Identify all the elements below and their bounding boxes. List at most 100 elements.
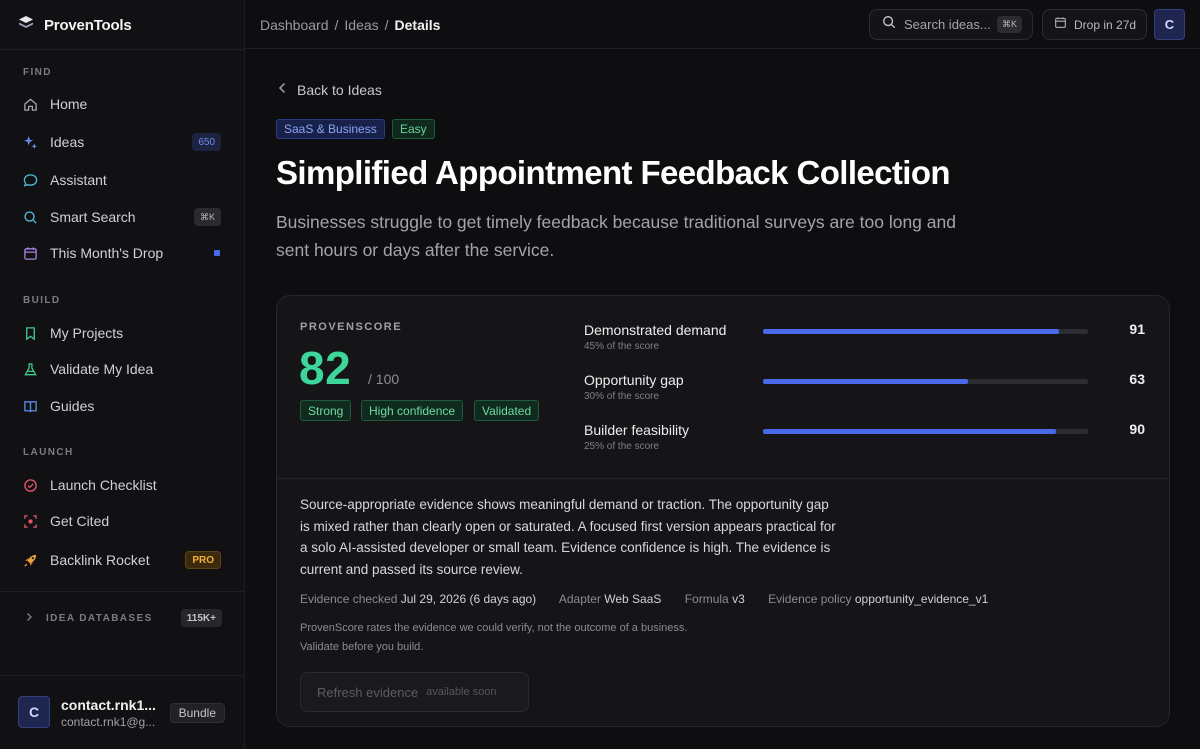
sidebar-item-my-projects[interactable]: My Projects <box>12 317 234 349</box>
breadcrumb-current: Details <box>394 17 441 33</box>
search-shortcut: ⌘K <box>996 16 1022 33</box>
chevron-left-icon <box>278 81 287 99</box>
metric-bar-fill <box>763 379 968 384</box>
idea-description: Businesses struggle to get timely feedba… <box>276 212 956 260</box>
breadcrumb: Dashboard / Ideas / Details <box>260 17 440 33</box>
evidence-summary: Source-appropriate evidence shows meanin… <box>300 497 836 577</box>
sidebar-item-home[interactable]: Home <box>12 88 234 120</box>
breadcrumb-separator: / <box>334 17 339 33</box>
sidebar-divider <box>0 49 245 50</box>
metric-bar-opportunity <box>763 379 1088 384</box>
search-input[interactable]: Search ideas... ⌘K <box>869 9 1033 40</box>
provenscore-label: PROVENSCORE <box>300 321 403 333</box>
sidebar-item-backlink-rocket[interactable]: Backlink Rocket PRO <box>12 544 234 576</box>
sidebar-item-label: Launch Checklist <box>50 477 157 493</box>
pro-badge: PRO <box>185 551 221 569</box>
breadcrumb-ideas[interactable]: Ideas <box>344 17 378 33</box>
sparkle-icon <box>22 134 38 150</box>
search-icon <box>882 15 896 34</box>
shortcut-badge: ⌘K <box>193 208 221 226</box>
sidebar-item-label: Backlink Rocket <box>50 552 150 568</box>
provenscore-max: / 100 <box>368 371 400 387</box>
sidebar-item-validate-my-idea[interactable]: Validate My Idea <box>12 353 234 385</box>
section-label-launch: LAUNCH <box>23 447 74 458</box>
search-icon <box>22 209 38 225</box>
home-icon <box>22 96 38 112</box>
sidebar-item-label: Get Cited <box>50 513 110 529</box>
metric-weight-demand: 45% of the score <box>584 341 660 352</box>
breadcrumb-dashboard[interactable]: Dashboard <box>260 17 329 33</box>
topbar: Dashboard / Ideas / Details Search ideas… <box>245 0 1200 49</box>
metric-bar-fill <box>763 429 1056 434</box>
sidebar-item-ideas[interactable]: Ideas 650 <box>12 126 234 158</box>
drop-countdown-label: Drop in 27d <box>1074 17 1137 32</box>
logo-icon <box>18 15 34 36</box>
search-placeholder: Search ideas... <box>904 17 991 32</box>
sidebar-item-label: My Projects <box>50 325 124 341</box>
idea-databases-label: IDEA DATABASES <box>46 612 153 624</box>
section-label-build: BUILD <box>23 295 61 306</box>
sidebar-item-smart-search[interactable]: Smart Search ⌘K <box>12 201 234 233</box>
metric-bar-fill <box>763 329 1059 334</box>
idea-databases-toggle[interactable]: IDEA DATABASES 115K+ <box>12 606 234 630</box>
refresh-evidence-button[interactable]: Refresh evidence available soon <box>300 672 529 712</box>
category-tag[interactable]: SaaS & Business <box>276 119 385 139</box>
chat-bubble-icon <box>22 172 38 188</box>
metric-name-feasibility: Builder feasibility <box>584 422 690 438</box>
metric-weight-feasibility: 25% of the score <box>584 441 660 452</box>
sidebar-item-get-cited[interactable]: Get Cited <box>12 505 234 537</box>
brand-name: ProvenTools <box>44 16 132 34</box>
evidence-meta: Evidence checked Jul 29, 2026 (6 days ag… <box>300 592 988 606</box>
sidebar-item-this-months-drop[interactable]: This Month's Drop <box>12 237 234 269</box>
target-icon <box>22 513 38 529</box>
metric-bar-feasibility <box>763 429 1088 434</box>
validated-badge: Validated <box>474 400 540 421</box>
avatar[interactable]: C <box>1154 9 1185 40</box>
sidebar-item-label: Validate My Idea <box>50 361 154 377</box>
metric-value-feasibility: 90 <box>1129 421 1145 437</box>
calendar-icon <box>1054 16 1067 34</box>
status-badge: Strong <box>300 400 352 421</box>
drop-countdown-button[interactable]: Drop in 27d <box>1042 9 1147 40</box>
sidebar-divider <box>0 675 245 676</box>
adapter-value: Web SaaS <box>604 592 662 606</box>
idea-databases-count-badge: 115K+ <box>180 609 222 627</box>
user-name: contact.rnk1... <box>61 697 156 713</box>
rocket-icon <box>22 552 38 568</box>
back-to-ideas-link[interactable]: Back to Ideas <box>278 81 382 99</box>
card-divider <box>277 478 1169 479</box>
adapter-label: Adapter <box>558 592 601 606</box>
sidebar-item-label: Ideas <box>50 134 85 150</box>
bookmark-icon <box>22 325 38 341</box>
calendar-icon <box>22 245 38 261</box>
section-label-find: FIND <box>23 67 52 78</box>
disclaimer-line: ProvenScore rates the evidence we could … <box>300 622 688 634</box>
provenscore-disclaimer: ProvenScore rates the evidence we could … <box>300 619 860 657</box>
back-to-ideas-label: Back to Ideas <box>297 82 382 98</box>
user-account[interactable]: C contact.rnk1... contact.rnk1@g... Bund… <box>18 696 233 730</box>
sidebar-item-label: Smart Search <box>50 209 136 225</box>
sidebar-item-launch-checklist[interactable]: Launch Checklist <box>12 469 234 501</box>
flask-icon <box>22 361 38 377</box>
evidence-checked-value: Jul 29, 2026 (6 days ago) <box>400 592 537 606</box>
metric-name-demand: Demonstrated demand <box>584 322 727 338</box>
sidebar-item-assistant[interactable]: Assistant <box>12 164 234 196</box>
new-indicator-dot <box>214 250 220 256</box>
sidebar: ProvenTools FIND Home Ideas 650 Assistan… <box>0 0 245 749</box>
evidence-policy-label: Evidence policy <box>768 592 852 606</box>
user-email: contact.rnk1@g... <box>61 715 156 729</box>
sidebar-item-label: Assistant <box>50 172 107 188</box>
avatar[interactable]: C <box>18 696 50 728</box>
sidebar-divider <box>0 591 245 592</box>
sidebar-item-guides[interactable]: Guides <box>12 390 234 422</box>
breadcrumb-separator: / <box>384 17 389 33</box>
brand[interactable]: ProvenTools <box>18 14 132 36</box>
book-icon <box>22 398 38 414</box>
sidebar-item-label: Home <box>50 96 88 112</box>
metric-name-opportunity: Opportunity gap <box>584 372 684 388</box>
difficulty-tag[interactable]: Easy <box>392 119 435 139</box>
refresh-availability-label: available soon <box>426 686 497 698</box>
evidence-checked-label: Evidence checked <box>300 592 398 606</box>
evidence-policy-value: opportunity_evidence_v1 <box>854 592 989 606</box>
refresh-evidence-label: Refresh evidence <box>317 684 419 700</box>
